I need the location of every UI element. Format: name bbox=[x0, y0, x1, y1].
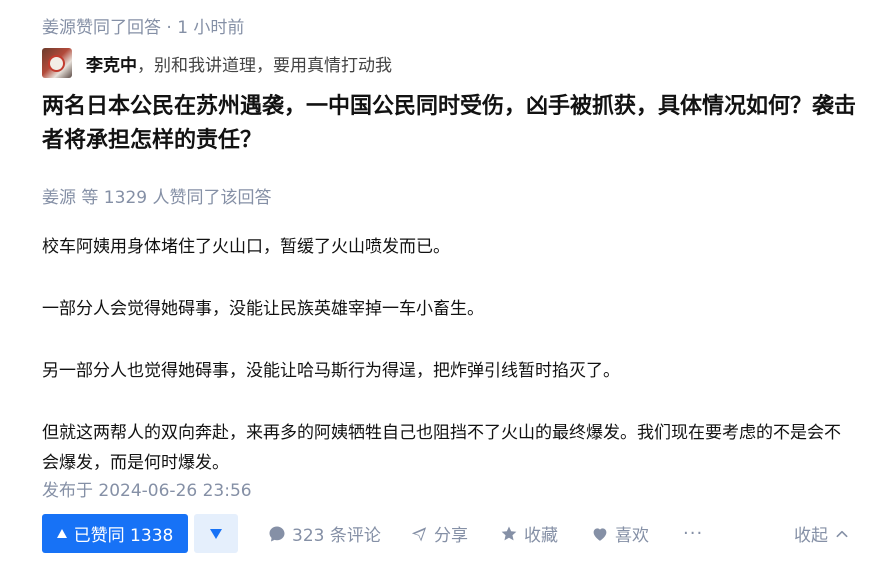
action-bar: 已赞同 1338 323 条评论 分享 收藏 喜欢 ··· 收起 bbox=[42, 514, 862, 553]
star-icon bbox=[501, 526, 517, 540]
author-bio: 别和我讲道理，要用真情打动我 bbox=[154, 55, 392, 76]
question-title[interactable]: 两名日本公民在苏州遇袭，一中国公民同时受伤，凶手被抓获，具体情况如何？袭击者将承… bbox=[42, 90, 862, 158]
comment-label: 323 条评论 bbox=[292, 526, 381, 546]
triangle-down-icon bbox=[210, 528, 222, 539]
activity-line: 姜源赞同了回答 · 1 小时前 bbox=[42, 18, 245, 38]
heart-icon bbox=[593, 527, 607, 541]
author-info: 李克中 ， 别和我讲道理，要用真情打动我 bbox=[42, 48, 392, 78]
paper-plane-icon bbox=[411, 526, 427, 541]
vote-up-label: 已赞同 1338 bbox=[73, 526, 174, 546]
author-separator: ， bbox=[137, 55, 154, 76]
like-label: 喜欢 bbox=[615, 526, 649, 546]
more-label: ··· bbox=[683, 523, 704, 544]
comment-bubble-icon bbox=[269, 526, 285, 541]
chevron-up-icon bbox=[836, 530, 848, 537]
published-time[interactable]: 发布于 2024-06-26 23:56 bbox=[42, 476, 252, 501]
content-paragraph: 但就这两帮人的双向奔赴，来再多的阿姨牺牲自己也阻挡不了火山的最终爆发。我们现在要… bbox=[42, 423, 841, 473]
share-label: 分享 bbox=[434, 526, 468, 546]
collapse-label: 收起 bbox=[794, 526, 828, 546]
answer-card: 姜源赞同了回答 · 1 小时前 李克中 ， 别和我讲道理，要用真情打动我 两名日… bbox=[0, 0, 886, 571]
comment-button[interactable]: 323 条评论 bbox=[268, 514, 381, 553]
more-button[interactable]: ··· bbox=[683, 514, 703, 553]
collapse-button[interactable]: 收起 bbox=[794, 514, 850, 553]
share-button[interactable]: 分享 bbox=[410, 514, 468, 553]
avatar[interactable] bbox=[42, 48, 72, 78]
favorite-button[interactable]: 收藏 bbox=[500, 514, 558, 553]
answer-content: 校车阿姨用身体堵住了火山口，暂缓了火山喷发而已。 一部分人会觉得她碍事，没能让民… bbox=[42, 232, 857, 478]
content-paragraph: 一部分人会觉得她碍事，没能让民族英雄宰掉一车小畜生。 bbox=[42, 299, 484, 319]
content-paragraph: 另一部分人也觉得她碍事，没能让哈马斯行为得逞，把炸弹引线暂时掐灭了。 bbox=[42, 361, 620, 381]
triangle-up-icon bbox=[56, 529, 67, 538]
vote-up-button[interactable]: 已赞同 1338 bbox=[42, 514, 188, 553]
content-paragraph: 校车阿姨用身体堵住了火山口，暂缓了火山喷发而已。 bbox=[42, 237, 450, 257]
like-button[interactable]: 喜欢 bbox=[591, 514, 649, 553]
voters-line[interactable]: 姜源 等 1329 人赞同了该回答 bbox=[42, 183, 271, 208]
favorite-label: 收藏 bbox=[524, 526, 558, 546]
author-name[interactable]: 李克中 bbox=[86, 51, 137, 76]
vote-down-button[interactable] bbox=[194, 514, 238, 553]
